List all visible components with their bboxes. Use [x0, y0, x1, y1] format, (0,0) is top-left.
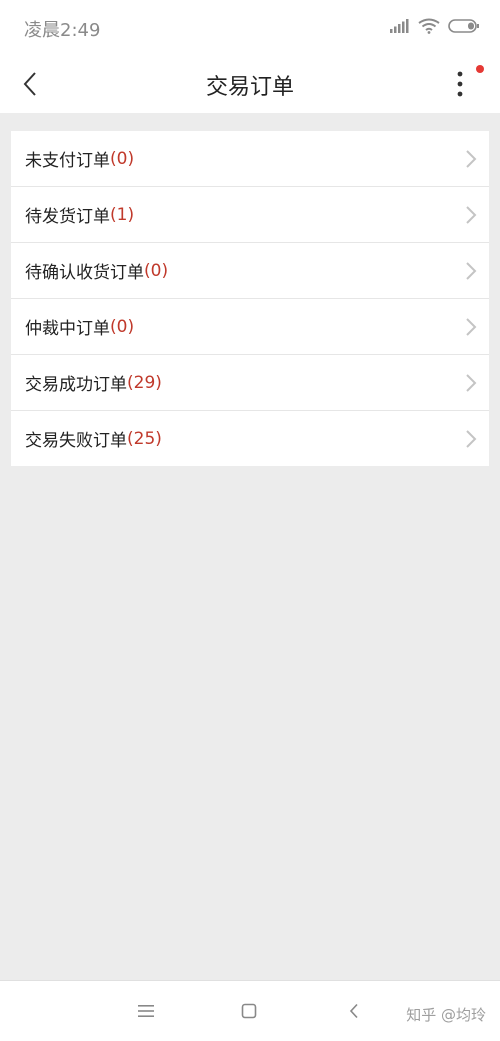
- order-item-failed[interactable]: 交易失败订单 (25): [11, 411, 489, 466]
- watermark: 知乎 @均玲: [406, 1006, 486, 1024]
- chevron-right-icon: [466, 206, 477, 224]
- status-time: 凌晨2:49: [24, 20, 101, 41]
- order-count: (1): [110, 204, 135, 225]
- order-count: (0): [110, 316, 135, 337]
- chevron-right-icon: [466, 262, 477, 280]
- more-vertical-icon: [457, 71, 463, 97]
- notification-badge: [476, 65, 484, 73]
- order-count: (0): [110, 148, 135, 169]
- order-label: 仲裁中订单: [25, 319, 110, 339]
- signal-icon: [390, 19, 409, 33]
- status-icons: [390, 16, 480, 36]
- order-count: (25): [127, 428, 162, 449]
- order-label: 待发货订单: [25, 207, 110, 227]
- order-label: 交易成功订单: [25, 375, 127, 395]
- order-count: (29): [127, 372, 162, 393]
- chevron-right-icon: [466, 430, 477, 448]
- order-count: (0): [144, 260, 169, 281]
- page-title: 交易订单: [205, 75, 294, 100]
- order-item-success[interactable]: 交易成功订单 (29): [11, 355, 489, 411]
- menu-button[interactable]: [134, 999, 158, 1023]
- wifi-icon: [418, 18, 440, 34]
- order-item-to-confirm[interactable]: 待确认收货订单 (0): [11, 243, 489, 299]
- more-button[interactable]: [442, 64, 478, 104]
- home-button[interactable]: [237, 999, 261, 1023]
- order-item-unpaid[interactable]: 未支付订单 (0): [11, 131, 489, 187]
- battery-icon: [448, 19, 479, 33]
- order-item-to-ship[interactable]: 待发货订单 (1): [11, 187, 489, 243]
- chevron-right-icon: [466, 374, 477, 392]
- system-nav-bar: 知乎 @均玲: [0, 980, 500, 1041]
- nav-back-button[interactable]: [342, 999, 366, 1023]
- order-label: 待确认收货订单: [25, 263, 144, 283]
- home-icon: [241, 1003, 257, 1019]
- chevron-right-icon: [466, 318, 477, 336]
- order-list: 未支付订单 (0) 待发货订单 (1) 待确认收货订单 (0) 仲裁中订单 (0) 交易…: [11, 131, 489, 466]
- menu-icon: [138, 1005, 154, 1017]
- status-bar: 凌晨2:49: [0, 0, 500, 55]
- order-label: 交易失败订单: [25, 431, 127, 451]
- app-bar: 交易订单: [0, 55, 500, 113]
- order-label: 未支付订单: [25, 151, 110, 171]
- order-item-arbitration[interactable]: 仲裁中订单 (0): [11, 299, 489, 355]
- chevron-right-icon: [466, 150, 477, 168]
- back-icon: [349, 1003, 358, 1019]
